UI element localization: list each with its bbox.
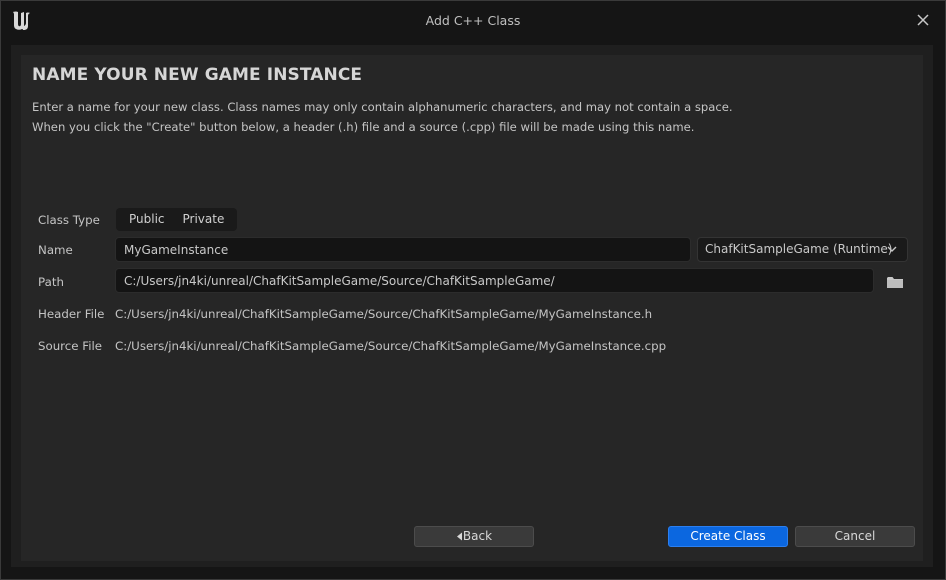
module-dropdown[interactable]: ChafKitSampleGame (Runtime): [697, 237, 908, 262]
folder-icon[interactable]: [885, 272, 905, 292]
class-type-public-option[interactable]: Public: [120, 208, 174, 231]
back-button[interactable]: Back: [414, 526, 534, 547]
add-cpp-class-dialog: Add C++ Class NAME YOUR NEW GAME INSTANC…: [0, 0, 946, 580]
class-type-private-option[interactable]: Private: [174, 208, 234, 231]
class-type-toggle: Public Private: [116, 208, 238, 231]
create-class-button[interactable]: Create Class: [668, 526, 788, 547]
close-icon[interactable]: [915, 12, 931, 28]
chevron-down-icon: [887, 246, 897, 252]
cancel-button[interactable]: Cancel: [795, 526, 915, 547]
description-line-2: When you click the "Create" button below…: [32, 120, 695, 134]
back-button-label: Back: [462, 529, 493, 543]
source-file-path: C:/Users/jn4ki/unreal/ChafKitSampleGame/…: [115, 339, 667, 353]
title-bar: Add C++ Class: [1, 1, 945, 41]
header-file-path: C:/Users/jn4ki/unreal/ChafKitSampleGame/…: [115, 307, 653, 321]
description-line-1: Enter a name for your new class. Class n…: [32, 100, 733, 114]
chevron-left-icon: [456, 532, 462, 541]
path-label: Path: [38, 275, 64, 289]
name-label: Name: [38, 243, 73, 257]
header-file-label: Header File: [38, 307, 105, 321]
module-dropdown-value: ChafKitSampleGame (Runtime): [705, 242, 893, 256]
main-panel: NAME YOUR NEW GAME INSTANCE Enter a name…: [21, 55, 923, 561]
source-file-label: Source File: [38, 339, 103, 353]
page-title: NAME YOUR NEW GAME INSTANCE: [32, 65, 363, 85]
content-frame: NAME YOUR NEW GAME INSTANCE Enter a name…: [11, 45, 933, 567]
window-title: Add C++ Class: [425, 13, 521, 28]
class-type-label: Class Type: [38, 213, 100, 227]
class-name-input[interactable]: MyGameInstance: [115, 237, 691, 262]
path-input[interactable]: C:/Users/jn4ki/unreal/ChafKitSampleGame/…: [115, 268, 874, 293]
